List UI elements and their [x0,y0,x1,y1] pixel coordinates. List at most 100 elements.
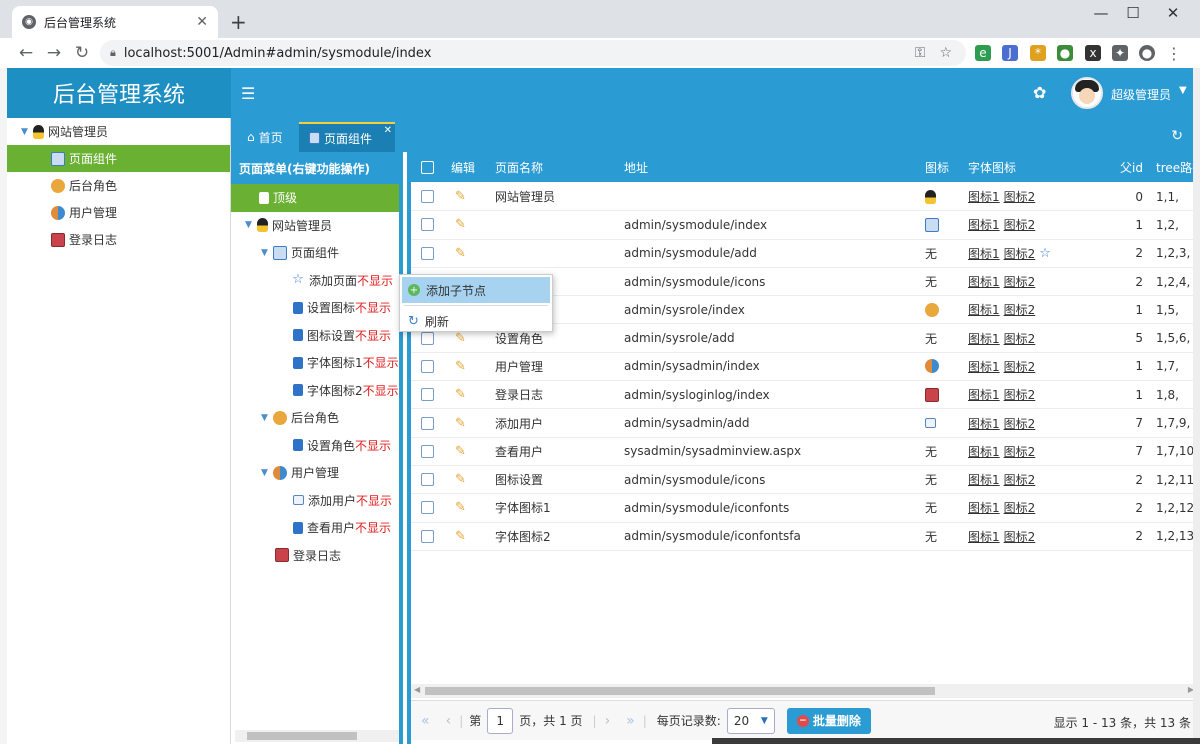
icon1-link[interactable]: 图标1 [968,273,1000,290]
table-row[interactable]: ✎ 网站管理员 图标1 图标2 0 1,1, [411,183,1193,212]
sidebar-item-roles[interactable]: 后台角色 [7,172,230,199]
tab-close-icon[interactable]: ✕ [384,125,392,136]
menu-node-roles[interactable]: ▼ 后台角色 [231,404,399,432]
maximize-button[interactable]: ☐ [1118,4,1148,22]
row-checkbox[interactable] [421,529,434,543]
url-text[interactable]: localhost:5001/Admin#admin/sysmodule/ind… [124,46,915,61]
forward-button[interactable]: → [40,43,68,63]
context-add-child[interactable]: + 添加子节点 [402,277,550,303]
icon1-link[interactable]: 图标1 [968,415,1000,432]
row-checkbox[interactable] [421,444,434,458]
row-checkbox[interactable] [421,359,434,373]
menu-node-set-icon[interactable]: 设置图标 不显示 [231,294,399,322]
pencil-icon[interactable]: ✎ [455,472,466,487]
jh-extension-icon[interactable]: J [1002,45,1018,61]
pencil-icon[interactable]: ✎ [455,500,466,515]
header-name[interactable]: 页面名称 [495,152,615,182]
icon1-link[interactable]: 图标1 [968,188,1000,205]
table-row[interactable]: ✎ 查看用户 sysadmin/sysadminview.aspx 无 图标1 图标2 7 1… [411,438,1193,466]
icon1-link[interactable]: 图标1 [968,471,1000,488]
table-row[interactable]: ✎ 添加用户 admin/sysadmin/add 图标1 图标2 7 1,7,9, [411,409,1193,438]
avatar[interactable] [1071,77,1103,109]
header-tree-path[interactable]: tree路径 [1156,152,1193,182]
pencil-icon[interactable]: ✎ [455,217,466,232]
puzzle-icon[interactable]: ✦ [1112,45,1128,61]
star-icon[interactable]: ☆ [939,45,952,61]
globe-extension-icon[interactable]: ● [1057,45,1073,61]
table-row[interactable]: ✎ 图标设置 admin/sysmodule/icons 无 图标1图标2 2 1,2,11… [411,466,1193,495]
icon2-link[interactable]: 图标2 [1004,216,1036,233]
header-icon[interactable]: 图标 [925,152,965,182]
row-checkbox[interactable] [421,473,434,487]
window-close-button[interactable]: ✕ [1158,4,1188,22]
pencil-icon[interactable]: ✎ [455,416,466,431]
caret-down-icon[interactable]: ▼ [261,248,273,258]
menu-node-add-user[interactable]: 添加用户 不显示 [231,487,399,515]
icon2-link[interactable]: 图标2 [1004,245,1036,262]
header-parent-id[interactable]: 父id [1091,152,1143,182]
profile-icon[interactable]: ● [1139,45,1155,61]
menu-node-icon-settings[interactable]: 图标设置 不显示 [231,322,399,350]
menu-node-view-user[interactable]: 查看用户 不显示 [231,514,399,542]
batch-delete-button[interactable]: − 批量删除 [786,707,871,734]
caret-down-icon[interactable]: ▼ [261,468,273,478]
icon1-link[interactable]: 图标1 [968,443,1000,460]
icon1-link[interactable]: 图标1 [968,499,1000,516]
icon2-link[interactable]: 图标2 [1004,330,1036,347]
key-icon[interactable]: ⚿ [915,45,926,61]
row-checkbox[interactable] [421,388,434,402]
icon1-link[interactable]: 图标1 [968,216,1000,233]
menu-toggle-icon[interactable]: ☰ [241,84,255,103]
prev-page-icon[interactable]: ‹ [446,713,452,729]
back-button[interactable]: ← [12,43,40,63]
omnibox[interactable]: 🔒︎ localhost:5001/Admin#admin/sysmodule/… [100,40,966,66]
caret-down-icon[interactable]: ▼ [261,413,273,423]
menu-node-site-admin[interactable]: ▼ 网站管理员 [231,212,399,240]
icon1-link[interactable]: 图标1 [968,330,1000,347]
pencil-icon[interactable]: ✎ [455,387,466,402]
tab-home[interactable]: ⌂ 首页 [237,122,293,152]
icon1-link[interactable]: 图标1 [968,301,1000,318]
icon2-link[interactable]: 图标2 [1004,415,1036,432]
icon1-link[interactable]: 图标1 [968,358,1000,375]
next-page-icon[interactable]: › [605,713,611,729]
scroll-thumb[interactable] [425,687,935,695]
pencil-icon[interactable]: ✎ [455,529,466,544]
sidebar-item-users[interactable]: 用户管理 [7,199,230,226]
icon1-link[interactable]: 图标1 [968,528,1000,545]
icon2-link[interactable]: 图标2 [1004,386,1036,403]
row-checkbox[interactable] [421,218,434,232]
context-refresh[interactable]: ↻ 刷新 [402,308,550,334]
icon2-link[interactable]: 图标2 [1004,471,1036,488]
last-page-icon[interactable]: » [626,713,635,729]
menu-node-users[interactable]: ▼ 用户管理 [231,459,399,487]
row-checkbox[interactable] [421,190,434,204]
browser-tab[interactable]: ◉ 后台管理系统 ✕ [12,6,218,38]
pencil-icon[interactable]: ✎ [455,246,466,261]
tab-page-components[interactable]: 页面组件 ✕ [299,122,395,152]
table-row[interactable]: ✎ admin/sysmodule/add 无 图标1 图标2 ☆ 2 1,2,3, [411,240,1193,268]
icon2-link[interactable]: 图标2 [1004,499,1036,516]
sidebar-item-login-log[interactable]: 登录日志 [7,226,230,253]
scroll-left-icon[interactable]: ◀ [414,685,420,694]
row-checkbox[interactable] [421,501,434,515]
menu-node-font-icon-2[interactable]: 字体图标2 不显示 [231,377,399,405]
icon2-link[interactable]: 图标2 [1004,273,1036,290]
icon1-link[interactable]: 图标1 [968,245,1000,262]
chevron-down-icon[interactable]: ▼ [1179,85,1187,96]
icon2-link[interactable]: 图标2 [1004,528,1036,545]
reload-button[interactable]: ↻ [68,43,96,63]
table-row[interactable]: ✎ 字体图标1 admin/sysmodule/iconfonts 无 图标1 图标2 2 1… [411,494,1193,523]
sidebar-item-site-admin[interactable]: ▼ 网站管理员 [7,118,230,145]
header-edit[interactable]: 编辑 [451,152,491,182]
close-icon[interactable]: ✕ [196,14,208,30]
x-extension-icon[interactable]: x [1085,45,1101,61]
scroll-right-icon[interactable]: ▶ [1188,685,1193,694]
minimize-button[interactable]: — [1086,4,1116,22]
caret-down-icon[interactable]: ▼ [245,220,257,230]
table-row[interactable]: ✎ 登录日志 admin/sysloginlog/index 图标1 图标2 1 1,8, [411,381,1193,410]
menu-node-login-log[interactable]: 登录日志 [231,542,399,570]
table-row[interactable]: ✎ 用户管理 admin/sysadmin/index 图标1 图标2 1 1,7, [411,353,1193,382]
evernote-extension-icon[interactable]: e [975,45,991,61]
icon2-link[interactable]: 图标2 [1004,358,1036,375]
